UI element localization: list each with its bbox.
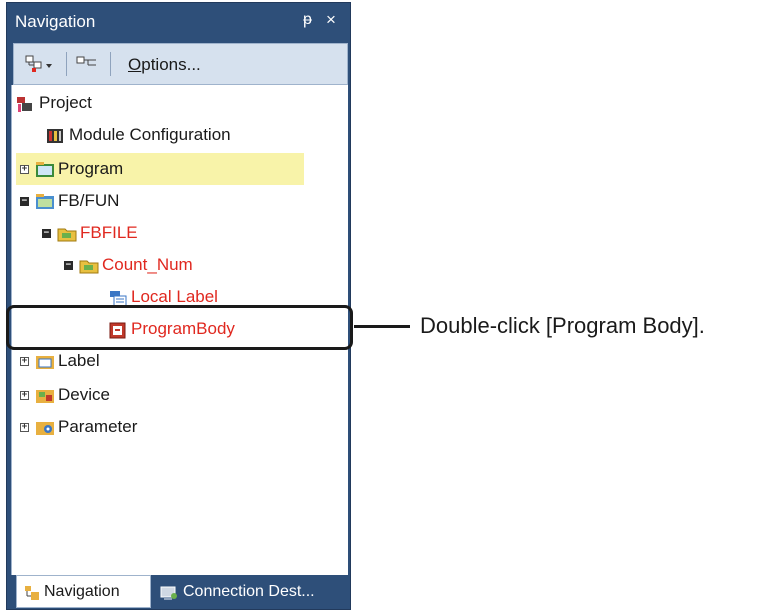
collapse-icon[interactable]: − xyxy=(42,228,51,238)
folder-icon xyxy=(57,225,77,242)
options-label: ptions... xyxy=(141,55,201,74)
tree-expand-icon xyxy=(25,55,52,72)
connection-destination-icon xyxy=(159,584,177,600)
tree-item-label: Parameter xyxy=(58,417,138,436)
tree-item-project[interactable]: Project xyxy=(16,91,92,115)
folder-icon xyxy=(79,257,99,274)
callout-text: Double-click [Program Body]. xyxy=(420,313,705,338)
tree-item-program[interactable]: + Program xyxy=(20,157,123,181)
tree-item-label: Label xyxy=(58,351,100,370)
label-icon xyxy=(35,353,54,369)
expand-icon[interactable]: + xyxy=(20,356,29,366)
panel-tab-bar: Navigation Connection Dest... xyxy=(13,575,350,609)
collapse-tree-button[interactable] xyxy=(74,52,102,76)
tree-item-count-num[interactable]: − Count_Num xyxy=(64,253,193,277)
tab-navigation[interactable]: Navigation xyxy=(16,575,151,608)
tree-item-parameter[interactable]: + Parameter xyxy=(20,415,137,439)
tree-item-label: Program xyxy=(58,159,124,178)
tree-item-label: Project xyxy=(39,93,92,112)
local-label-icon xyxy=(108,289,127,307)
callout-highlight-box xyxy=(6,305,353,350)
navigation-tab-icon xyxy=(23,584,41,600)
toolbar-separator xyxy=(110,52,111,76)
tree-item-label: FBFILE xyxy=(80,223,138,242)
expand-icon[interactable]: + xyxy=(20,164,29,174)
tab-label: Connection Dest... xyxy=(183,582,315,600)
collapse-icon[interactable]: − xyxy=(20,196,29,206)
options-mnemonic: O xyxy=(128,55,142,74)
expand-icon[interactable]: + xyxy=(20,390,29,400)
expand-tree-button[interactable] xyxy=(24,52,60,76)
tree-collapse-icon xyxy=(76,56,96,66)
callout-leader-line xyxy=(354,325,410,328)
tree-item-fbfile[interactable]: − FBFILE xyxy=(42,221,138,245)
tree-item-label: Count_Num xyxy=(102,255,193,274)
tree-item-label: FB/FUN xyxy=(58,191,120,210)
tree-item-label: Device xyxy=(58,385,110,404)
tree-item-module-configuration[interactable]: Module Configuration xyxy=(46,123,231,147)
navigation-toolbar: Options... xyxy=(13,43,348,85)
pin-icon[interactable]: ᵽ xyxy=(303,11,312,29)
tree-item-device[interactable]: + Device xyxy=(20,383,110,407)
parameter-icon xyxy=(35,419,54,435)
tree-item-label: Module Configuration xyxy=(69,125,231,144)
expand-icon[interactable]: + xyxy=(20,422,29,432)
panel-titlebar: Navigation ᵽ × xyxy=(7,3,350,39)
module-configuration-icon xyxy=(46,127,64,143)
panel-title: Navigation xyxy=(15,12,96,31)
project-icon xyxy=(16,95,34,112)
tree-item-fb-fun[interactable]: − FB/FUN xyxy=(20,189,119,213)
tree-item-label: Local Label xyxy=(131,287,218,306)
program-icon xyxy=(35,161,54,177)
fb-fun-folder-icon xyxy=(35,193,54,209)
options-button[interactable]: Options... xyxy=(128,55,201,75)
tab-label: Navigation xyxy=(44,582,120,600)
device-icon xyxy=(35,387,54,403)
close-icon[interactable]: × xyxy=(326,10,336,30)
tab-connection-destination[interactable]: Connection Dest... xyxy=(155,575,349,608)
tree-item-label-node[interactable]: + Label xyxy=(20,349,100,373)
collapse-icon[interactable]: − xyxy=(64,260,73,270)
toolbar-separator xyxy=(66,52,67,76)
